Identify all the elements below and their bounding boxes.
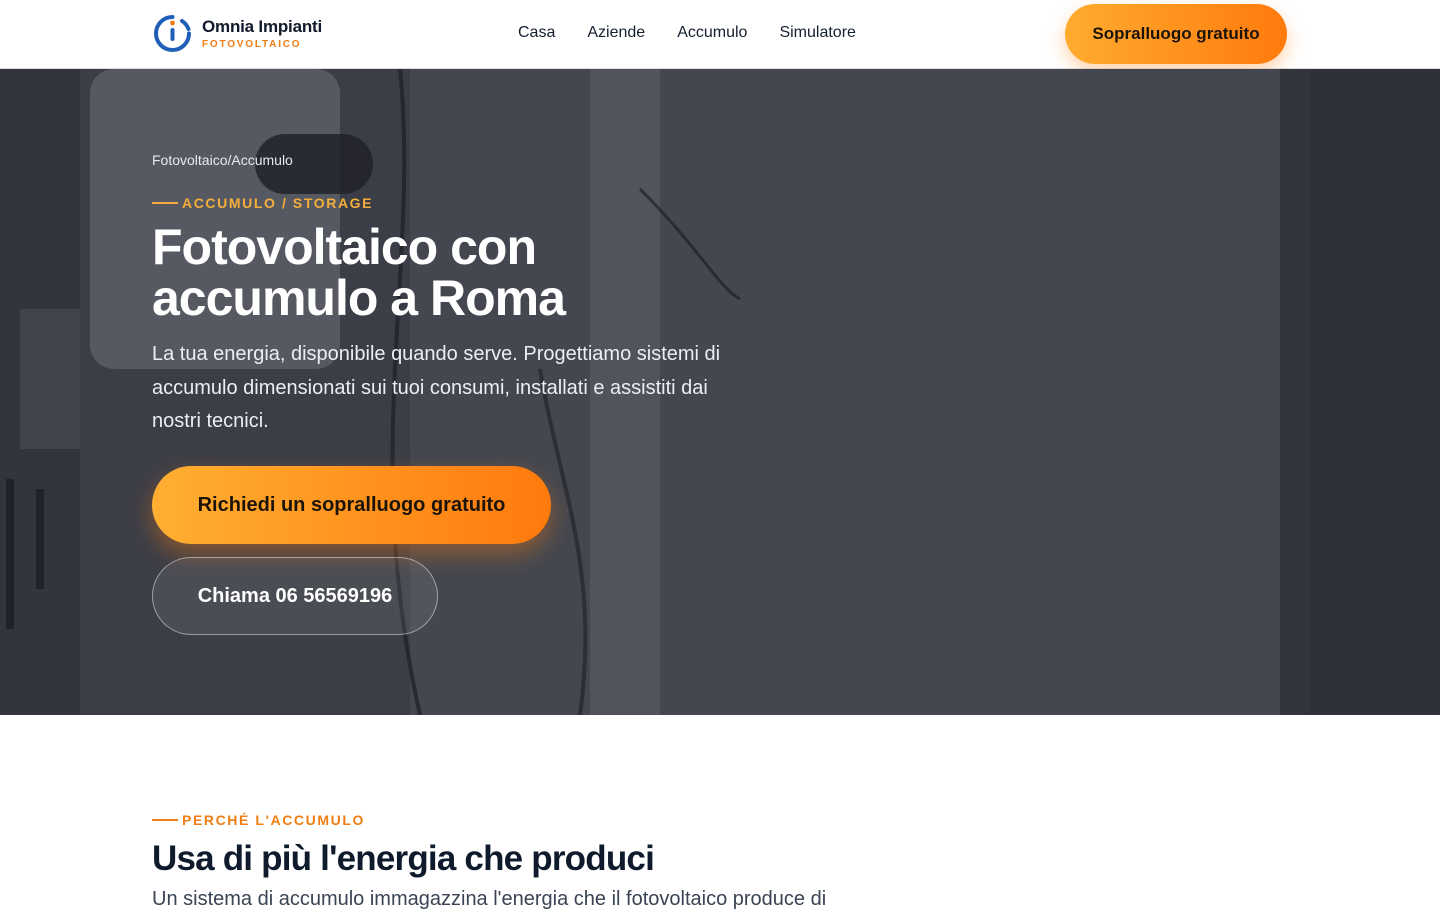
eyebrow-line <box>152 202 178 204</box>
section-eyebrow: PERCHÉ L'ACCUMULO <box>152 812 365 828</box>
hero-description: La tua energia, disponibile quando serve… <box>152 343 721 432</box>
omnia-ring-logo-icon <box>154 15 191 52</box>
nav-item-accumulo[interactable]: Accumulo <box>677 23 747 43</box>
brand-text: Omnia Impianti FOTOVOLTAICO <box>202 17 322 51</box>
hero-section: Fotovoltaico/Accumulo ACCUMULO / STORAGE… <box>0 69 1440 715</box>
nav-item-aziende[interactable]: Aziende <box>587 23 645 43</box>
eyebrow-line <box>152 819 178 821</box>
brand-subtitle: FOTOVOLTAICO <box>202 38 302 50</box>
brand-logo[interactable]: Omnia Impianti FOTOVOLTAICO <box>152 13 322 54</box>
nav-item-casa[interactable]: Casa <box>518 23 555 43</box>
call-phone-button[interactable]: Chiama 06 56569196 <box>152 557 438 635</box>
section-eyebrow-text: PERCHÉ L'ACCUMULO <box>182 812 365 828</box>
request-inspection-button[interactable]: Richiedi un sopralluogo gratuito <box>152 466 551 544</box>
hero-eyebrow: ACCUMULO / STORAGE <box>152 195 373 211</box>
hero-title: Fotovoltaico con accumulo a Roma <box>152 219 566 326</box>
section-title: Usa di più l'energia che produci <box>152 839 655 878</box>
brand-name: Omnia Impianti <box>202 16 322 36</box>
nav-item-simulatore[interactable]: Simulatore <box>779 23 855 43</box>
section-description: Un sistema di accumulo immagazzina l'ene… <box>152 888 827 910</box>
header-cta-button[interactable]: Sopralluogo gratuito <box>1065 4 1287 64</box>
main-nav: Casa Aziende Accumulo Simulatore <box>518 23 888 43</box>
breadcrumb[interactable]: Fotovoltaico/Accumulo <box>152 152 293 168</box>
hero-eyebrow-text: ACCUMULO / STORAGE <box>182 195 374 211</box>
site-header: Omnia Impianti FOTOVOLTAICO Casa Aziende… <box>0 0 1440 69</box>
